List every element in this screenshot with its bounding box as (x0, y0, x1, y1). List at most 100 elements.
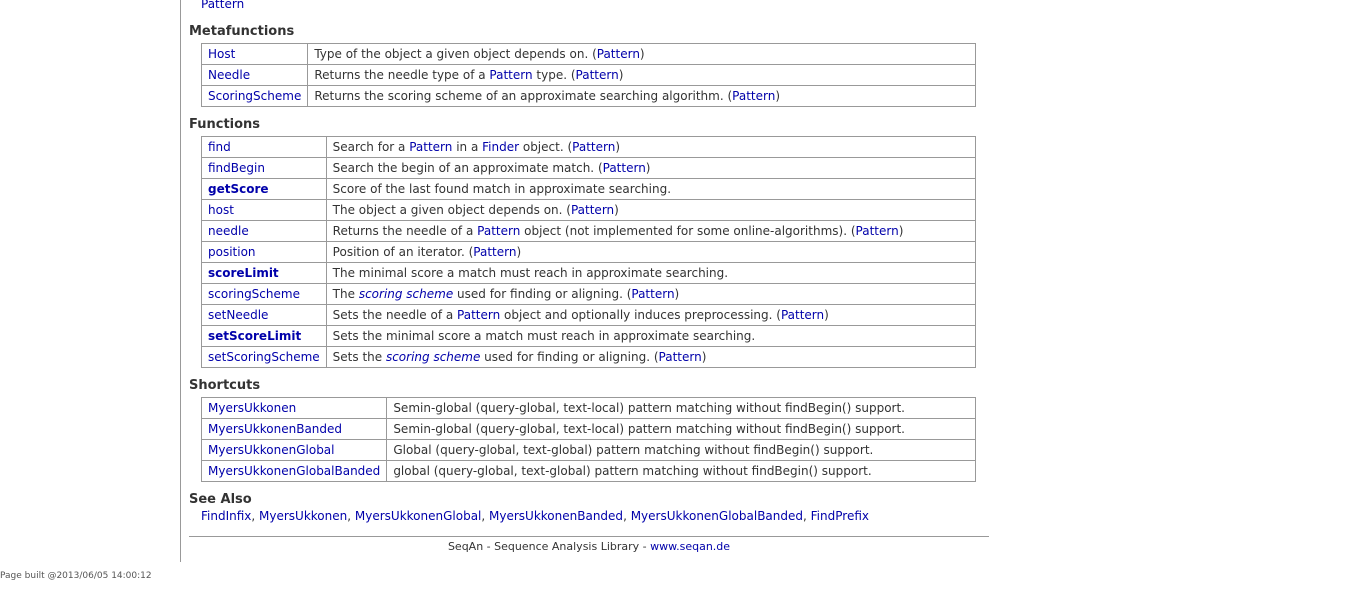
pattern-link[interactable]: Pattern (659, 350, 702, 364)
pattern-link[interactable]: Pattern (781, 308, 824, 322)
find-begin-link[interactable]: findBegin (208, 161, 265, 175)
host-link[interactable]: host (208, 203, 234, 217)
table-row: position Position of an iterator. (Patter… (201, 241, 977, 263)
myers-ukkonen-banded-link[interactable]: MyersUkkonenBanded (208, 422, 342, 436)
set-needle-link[interactable]: setNeedle (208, 308, 268, 322)
entry-name-cell: findBegin (201, 157, 327, 179)
scoring-scheme-link[interactable]: ScoringScheme (208, 89, 301, 103)
pattern-link[interactable]: Pattern (572, 140, 615, 154)
pattern-link[interactable]: Pattern (576, 68, 619, 82)
entry-name-cell: host (201, 199, 327, 221)
pattern-link[interactable]: Pattern (631, 287, 674, 301)
pattern-link[interactable]: Pattern (603, 161, 646, 175)
separator: , (481, 509, 490, 523)
description-text: Sets the (332, 350, 386, 364)
description-text: used for finding or aligning. ( (453, 287, 632, 301)
description-text: ) (775, 89, 781, 103)
seqan-website-link[interactable]: www.seqan.de (650, 540, 730, 553)
entry-name-cell: position (201, 241, 327, 263)
scoring-scheme-link[interactable]: scoring scheme (386, 350, 480, 364)
entry-name-cell: Host (200, 43, 309, 65)
entry-description-cell: Returns the needle of a Pattern object (… (325, 220, 977, 242)
entry-description-cell: Returns the scoring scheme of an approxi… (307, 85, 976, 107)
see-also-myers-ukkonen-link[interactable]: MyersUkkonen (259, 509, 347, 523)
description-text: ) (618, 68, 624, 82)
footer-text: SeqAn - Sequence Analysis Library - (447, 540, 651, 553)
description-text: ) (898, 224, 904, 238)
pattern-link[interactable]: Pattern (201, 0, 244, 11)
finder-link[interactable]: Finder (482, 140, 519, 154)
table-row: host The object a given object depends on… (201, 199, 977, 221)
see-also-myers-ukkonen-global-banded-link[interactable]: MyersUkkonenGlobalBanded (631, 509, 803, 523)
page-built-timestamp: Page built @2013/06/05 14:00:12 (0, 571, 152, 581)
entry-name-cell: MyersUkkonenBanded (200, 418, 388, 440)
functions-heading: Functions (189, 117, 261, 132)
entry-name-cell: setScoreLimit (201, 325, 327, 347)
entry-name-cell: getScore (201, 178, 327, 200)
entry-name-cell: MyersUkkonenGlobal (200, 439, 388, 461)
shortcuts-heading: Shortcuts (189, 378, 261, 393)
set-score-limit-link[interactable]: setScoreLimit (208, 329, 301, 343)
see-also-myers-ukkonen-global-link[interactable]: MyersUkkonenGlobal (355, 509, 482, 523)
entry-description-cell: The minimal score a match must reach in … (325, 262, 977, 284)
description-text: object. ( (519, 140, 573, 154)
see-also-find-prefix-link[interactable]: FindPrefix (811, 509, 869, 523)
pattern-link[interactable]: Pattern (571, 203, 614, 217)
entry-description-cell: Returns the needle type of a Pattern typ… (307, 64, 976, 86)
table-row: Needle Returns the needle type of a Patte… (200, 64, 976, 86)
description-text: Semin-global (query-global, text-local) … (393, 422, 905, 436)
pattern-link[interactable]: Pattern (597, 47, 640, 61)
myers-ukkonen-global-link[interactable]: MyersUkkonenGlobal (208, 443, 335, 457)
description-text: ) (615, 140, 620, 154)
description-text: ) (614, 203, 619, 217)
myers-ukkonen-global-banded-link[interactable]: MyersUkkonenGlobalBanded (208, 464, 380, 478)
position-link[interactable]: position (208, 245, 256, 259)
entry-name-cell: Needle (200, 64, 309, 86)
entry-description-cell: The scoring scheme used for finding or a… (325, 283, 977, 305)
description-text: Search the begin of an approximate match… (332, 161, 603, 175)
pattern-link[interactable]: Pattern (489, 68, 532, 82)
description-text: The minimal score a match must reach in … (332, 266, 729, 280)
see-also-heading: See Also (189, 492, 252, 507)
pattern-link[interactable]: Pattern (409, 140, 452, 154)
scoring-scheme-link[interactable]: scoringScheme (208, 287, 300, 301)
metafunctions-heading: Metafunctions (189, 24, 295, 39)
pattern-link[interactable]: Pattern (473, 245, 516, 259)
entry-name-cell: needle (201, 220, 327, 242)
host-link[interactable]: Host (208, 47, 235, 61)
myers-ukkonen-link[interactable]: MyersUkkonen (208, 401, 296, 415)
table-row: getScore Score of the last found match in… (201, 178, 977, 200)
entry-description-cell: The object a given object depends on. (P… (325, 199, 977, 221)
table-row: MyersUkkonenGlobal Global (query-global, … (200, 439, 976, 461)
table-row: setScoreLimit Sets the minimal score a ma… (201, 325, 977, 347)
see-also-find-infix-link[interactable]: FindInfix (201, 509, 251, 523)
pattern-link[interactable]: Pattern (457, 308, 500, 322)
table-row: MyersUkkonenBanded Semin-global (query-gl… (200, 418, 976, 440)
scoring-scheme-link[interactable]: scoring scheme (359, 287, 453, 301)
description-text: Type of the object a given object depend… (314, 47, 597, 61)
entry-description-cell: Semin-global (query-global, text-local) … (386, 397, 976, 419)
find-link[interactable]: find (208, 140, 231, 154)
entry-description-cell: Sets the scoring scheme used for finding… (325, 346, 977, 368)
description-text: Sets the minimal score a match must reac… (332, 329, 756, 343)
pattern-link[interactable]: Pattern (477, 224, 520, 238)
needle-link[interactable]: Needle (208, 68, 250, 82)
table-row: scoreLimit The minimal score a match must… (201, 262, 977, 284)
shortcuts-table: MyersUkkonen Semin-global (query-global, … (200, 397, 976, 482)
description-text: in a (452, 140, 483, 154)
footer-divider (189, 536, 989, 537)
set-scoring-scheme-link[interactable]: setScoringScheme (208, 350, 320, 364)
entry-name-cell: setNeedle (201, 304, 327, 326)
description-text: type. ( (532, 68, 576, 82)
footer: SeqAn - Sequence Analysis Library - www.… (189, 540, 989, 553)
needle-link[interactable]: needle (208, 224, 249, 238)
score-limit-link[interactable]: scoreLimit (208, 266, 279, 280)
get-score-link[interactable]: getScore (208, 182, 269, 196)
pattern-link[interactable]: Pattern (732, 89, 775, 103)
entry-description-cell: Search the begin of an approximate match… (325, 157, 977, 179)
see-also-myers-ukkonen-banded-link[interactable]: MyersUkkonenBanded (489, 509, 623, 523)
entry-description-cell: Sets the needle of a Pattern object and … (325, 304, 977, 326)
pattern-link[interactable]: Pattern (856, 224, 899, 238)
separator: , (803, 509, 811, 523)
functions-table: find Search for a Pattern in a Finder obj… (201, 136, 977, 368)
